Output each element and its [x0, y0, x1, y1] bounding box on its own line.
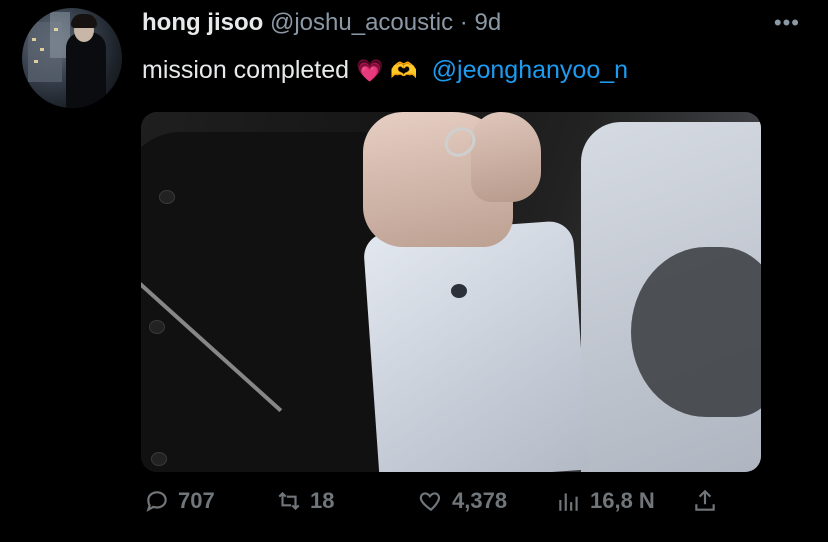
- reply-count: 707: [178, 488, 215, 513]
- heart-icon: [419, 492, 441, 512]
- views-icon: [559, 493, 578, 511]
- tweet-photo[interactable]: [141, 112, 761, 472]
- header-separator: ·: [459, 9, 468, 36]
- tweet-time[interactable]: 9d: [474, 9, 501, 36]
- avatar-light: [32, 38, 36, 41]
- views-count: 16,8 N: [590, 488, 655, 513]
- photo-cuff-button: [451, 284, 467, 298]
- retweet-icon: [278, 491, 300, 511]
- avatar-light: [34, 60, 38, 63]
- reply-icon: [146, 491, 167, 512]
- tweet-body: mission completed: [142, 56, 350, 84]
- author-name[interactable]: hong jisoo: [142, 9, 263, 36]
- photo-jacket: [141, 132, 401, 472]
- heart-hands-emoji: 🫶: [390, 58, 418, 83]
- photo-button: [159, 190, 175, 204]
- like-button[interactable]: 4,378: [418, 488, 507, 514]
- avatar-hair: [71, 14, 97, 28]
- author-handle[interactable]: @joshu_acoustic: [270, 9, 453, 36]
- avatar[interactable]: [22, 8, 122, 108]
- share-icon: [695, 489, 715, 511]
- photo-sleeve: [362, 219, 590, 472]
- retweet-count: 18: [310, 488, 335, 513]
- reply-button[interactable]: 707: [144, 488, 215, 514]
- tweet-actions: 707 18 4,378 16,8 N: [0, 488, 828, 524]
- photo-button: [151, 452, 167, 466]
- photo-button: [149, 320, 165, 334]
- retweet-button[interactable]: 18: [276, 488, 334, 514]
- more-dots-icon[interactable]: •••: [774, 10, 800, 36]
- avatar-light: [54, 28, 58, 31]
- avatar-person: [66, 32, 106, 108]
- photo-hand: [471, 112, 541, 202]
- mention-link[interactable]: @jeonghanyoo_n: [432, 56, 628, 84]
- like-count: 4,378: [452, 488, 508, 513]
- avatar-light: [40, 48, 44, 51]
- tweet-text: mission completed 💗 🫶 @jeonghanyoo_n: [142, 52, 628, 89]
- views-button[interactable]: 16,8 N: [556, 488, 655, 514]
- sparkling-heart-emoji: 💗: [355, 58, 384, 83]
- share-button[interactable]: [692, 488, 718, 514]
- tweet-header: hong jisoo @joshu_acoustic · 9d: [142, 7, 501, 39]
